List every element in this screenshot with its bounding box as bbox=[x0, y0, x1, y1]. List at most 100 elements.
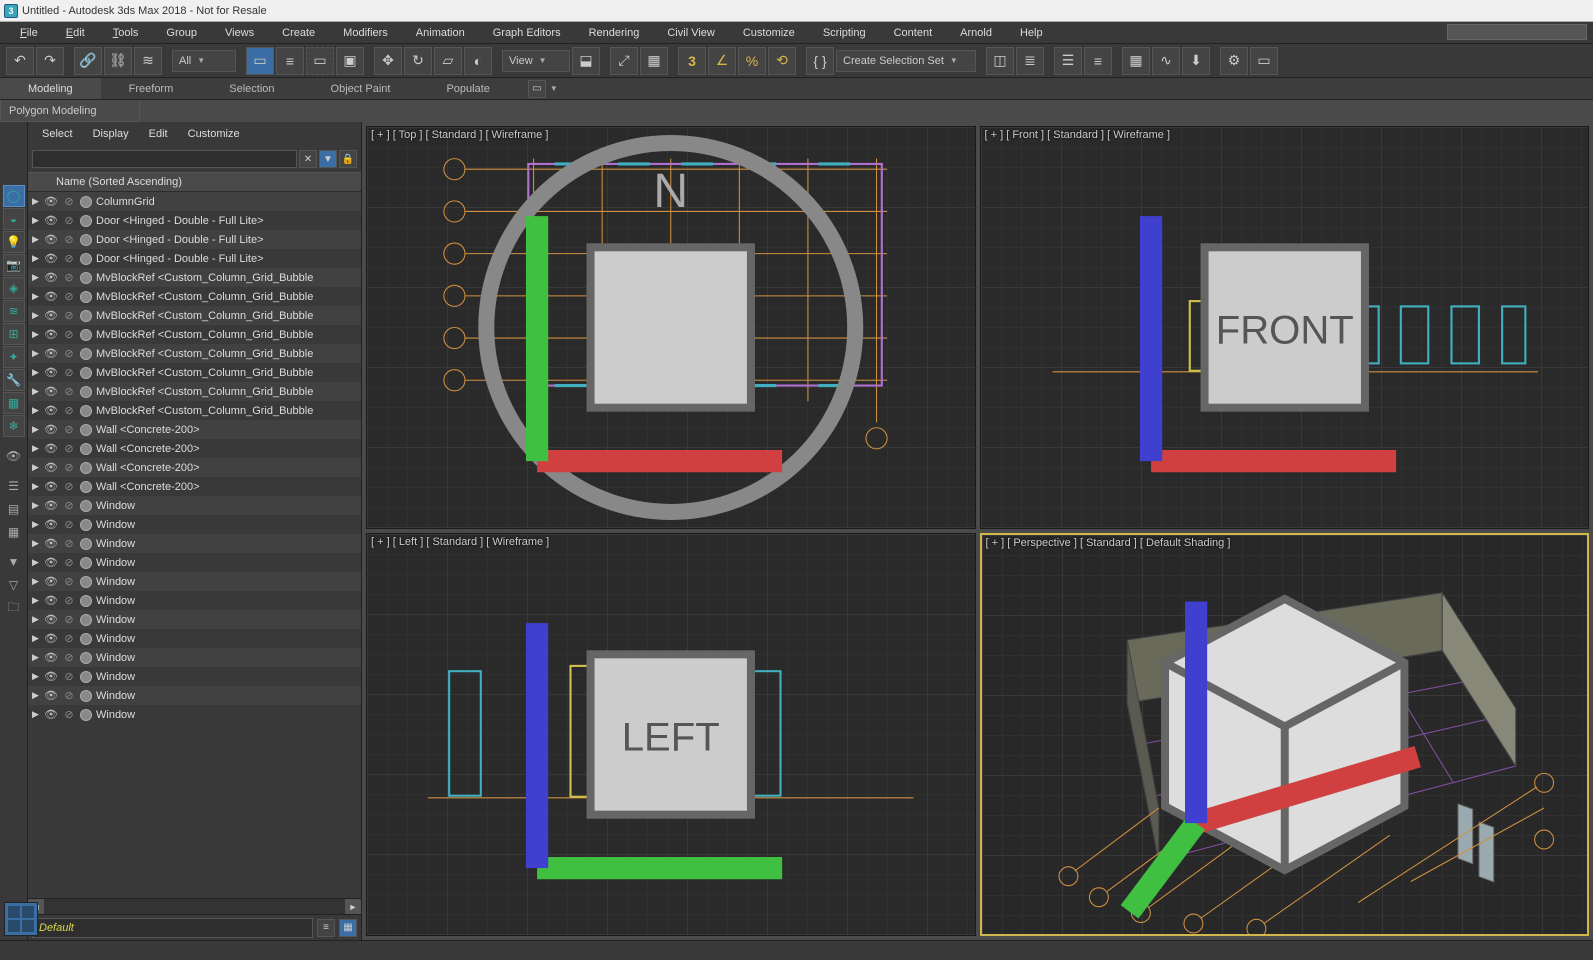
visibility-icon[interactable]: 👁 bbox=[44, 252, 58, 265]
list-item[interactable]: ▶👁⊘Door <Hinged - Double - Full Lite> bbox=[28, 211, 361, 230]
ribbon-min-button[interactable]: ▭ bbox=[528, 80, 546, 98]
viewport-layout-button[interactable] bbox=[4, 902, 38, 936]
visibility-icon[interactable]: 👁 bbox=[44, 461, 58, 474]
list-item[interactable]: ▶👁⊘MvBlockRef <Custom_Column_Grid_Bubble bbox=[28, 325, 361, 344]
menu-help[interactable]: Help bbox=[1006, 22, 1057, 43]
object-color-icon[interactable] bbox=[80, 595, 92, 607]
angle-snap-button[interactable]: ∠ bbox=[708, 47, 736, 75]
mirror-button[interactable]: ◫ bbox=[986, 47, 1014, 75]
ribbon-tab-object-paint[interactable]: Object Paint bbox=[303, 78, 419, 99]
list-item[interactable]: ▶👁⊘Wall <Concrete-200> bbox=[28, 458, 361, 477]
expand-icon[interactable]: ▶ bbox=[32, 424, 40, 435]
list-item[interactable]: ▶👁⊘MvBlockRef <Custom_Column_Grid_Bubble bbox=[28, 344, 361, 363]
object-color-icon[interactable] bbox=[80, 291, 92, 303]
expand-icon[interactable]: ▶ bbox=[32, 709, 40, 720]
menu-arnold[interactable]: Arnold bbox=[946, 22, 1006, 43]
freeze-icon[interactable]: ⊘ bbox=[62, 556, 76, 569]
menu-rendering[interactable]: Rendering bbox=[575, 22, 654, 43]
schematic-view-button[interactable]: ∿ bbox=[1152, 47, 1180, 75]
object-color-icon[interactable] bbox=[80, 614, 92, 626]
layer-toggle-icon[interactable]: ▦ bbox=[339, 919, 357, 937]
freeze-icon[interactable]: ⊘ bbox=[62, 537, 76, 550]
freeze-icon[interactable]: ⊘ bbox=[62, 385, 76, 398]
se-menu-customize[interactable]: Customize bbox=[178, 128, 250, 140]
expand-icon[interactable]: ▶ bbox=[32, 690, 40, 701]
expand-icon[interactable]: ▶ bbox=[32, 481, 40, 492]
visibility-icon[interactable]: 👁 bbox=[44, 632, 58, 645]
menu-file[interactable]: File bbox=[6, 22, 52, 43]
list-item[interactable]: ▶👁⊘Wall <Concrete-200> bbox=[28, 420, 361, 439]
object-color-icon[interactable] bbox=[80, 443, 92, 455]
object-color-icon[interactable] bbox=[80, 348, 92, 360]
freeze-icon[interactable]: ⊘ bbox=[62, 404, 76, 417]
list-item[interactable]: ▶👁⊘Door <Hinged - Double - Full Lite> bbox=[28, 230, 361, 249]
freeze-icon[interactable]: ⊘ bbox=[62, 689, 76, 702]
window-crossing-button[interactable]: ▣ bbox=[336, 47, 364, 75]
expand-icon[interactable]: ▶ bbox=[32, 386, 40, 397]
list-item[interactable]: ▶👁⊘Wall <Concrete-200> bbox=[28, 439, 361, 458]
selection-filter-dropdown[interactable]: All▼ bbox=[172, 50, 236, 72]
list-type-a-icon[interactable]: ☰ bbox=[3, 475, 25, 497]
visibility-icon[interactable]: 👁 bbox=[44, 651, 58, 664]
visibility-icon[interactable]: 👁 bbox=[44, 290, 58, 303]
visibility-icon[interactable]: 👁 bbox=[44, 328, 58, 341]
freeze-icon[interactable]: ⊘ bbox=[62, 651, 76, 664]
list-item[interactable]: ▶👁⊘Window bbox=[28, 667, 361, 686]
object-color-icon[interactable] bbox=[80, 652, 92, 664]
list-item[interactable]: ▶👁⊘MvBlockRef <Custom_Column_Grid_Bubble bbox=[28, 306, 361, 325]
edit-selection-set-button[interactable]: { } bbox=[806, 47, 834, 75]
expand-icon[interactable]: ▶ bbox=[32, 367, 40, 378]
ribbon-panel-label[interactable]: Polygon Modeling bbox=[0, 100, 140, 122]
menu-content[interactable]: Content bbox=[880, 22, 947, 43]
object-color-icon[interactable] bbox=[80, 538, 92, 550]
filter-xrefs-icon[interactable]: ✦ bbox=[3, 346, 25, 368]
visibility-icon[interactable]: 👁 bbox=[44, 385, 58, 398]
menu-graph-editors[interactable]: Graph Editors bbox=[479, 22, 575, 43]
freeze-icon[interactable]: ⊘ bbox=[62, 613, 76, 626]
list-item[interactable]: ▶👁⊘Window bbox=[28, 553, 361, 572]
object-color-icon[interactable] bbox=[80, 329, 92, 341]
list-item[interactable]: ▶👁⊘Window bbox=[28, 591, 361, 610]
menu-group[interactable]: Group bbox=[152, 22, 211, 43]
list-item[interactable]: ▶👁⊘Window bbox=[28, 572, 361, 591]
menu-animation[interactable]: Animation bbox=[402, 22, 479, 43]
render-setup-button[interactable]: ⚙ bbox=[1220, 47, 1248, 75]
visibility-icon[interactable]: 👁 bbox=[44, 480, 58, 493]
toggle-ribbon-button[interactable]: ≡ bbox=[1084, 47, 1112, 75]
expand-icon[interactable]: ▶ bbox=[32, 595, 40, 606]
object-color-icon[interactable] bbox=[80, 481, 92, 493]
list-item[interactable]: ▶👁⊘Wall <Concrete-200> bbox=[28, 477, 361, 496]
object-color-icon[interactable] bbox=[80, 671, 92, 683]
object-color-icon[interactable] bbox=[80, 576, 92, 588]
expand-icon[interactable]: ▶ bbox=[32, 462, 40, 473]
visibility-icon[interactable]: 👁 bbox=[44, 556, 58, 569]
select-by-name-button[interactable]: ≡ bbox=[276, 47, 304, 75]
object-color-icon[interactable] bbox=[80, 633, 92, 645]
object-color-icon[interactable] bbox=[80, 709, 92, 721]
list-item[interactable]: ▶👁⊘MvBlockRef <Custom_Column_Grid_Bubble bbox=[28, 401, 361, 420]
scene-explorer-hscroll[interactable]: ◄► bbox=[28, 898, 361, 914]
placement-button[interactable]: ◐ bbox=[464, 47, 492, 75]
freeze-icon[interactable]: ⊘ bbox=[62, 518, 76, 531]
active-layer-dropdown[interactable]: Default bbox=[32, 918, 313, 938]
expand-icon[interactable]: ▶ bbox=[32, 405, 40, 416]
visibility-icon[interactable]: 👁 bbox=[44, 366, 58, 379]
viewport-left[interactable]: [ + ] [ Left ] [ Standard ] [ Wireframe … bbox=[366, 533, 976, 936]
object-color-icon[interactable] bbox=[80, 557, 92, 569]
ribbon-tab-modeling[interactable]: Modeling bbox=[0, 78, 101, 99]
freeze-icon[interactable]: ⊘ bbox=[62, 708, 76, 721]
freeze-icon[interactable]: ⊘ bbox=[62, 423, 76, 436]
freeze-icon[interactable]: ⊘ bbox=[62, 214, 76, 227]
expand-icon[interactable]: ▶ bbox=[32, 329, 40, 340]
list-item[interactable]: ▶👁⊘Window bbox=[28, 705, 361, 724]
se-menu-display[interactable]: Display bbox=[83, 128, 139, 140]
list-item[interactable]: ▶👁⊘Window bbox=[28, 496, 361, 515]
freeze-icon[interactable]: ⊘ bbox=[62, 347, 76, 360]
freeze-icon[interactable]: ⊘ bbox=[62, 309, 76, 322]
expand-icon[interactable]: ▶ bbox=[32, 633, 40, 644]
visibility-icon[interactable]: 👁 bbox=[44, 233, 58, 246]
freeze-icon[interactable]: ⊘ bbox=[62, 632, 76, 645]
material-editor-button[interactable]: ⬇ bbox=[1182, 47, 1210, 75]
freeze-icon[interactable]: ⊘ bbox=[62, 575, 76, 588]
object-color-icon[interactable] bbox=[80, 196, 92, 208]
